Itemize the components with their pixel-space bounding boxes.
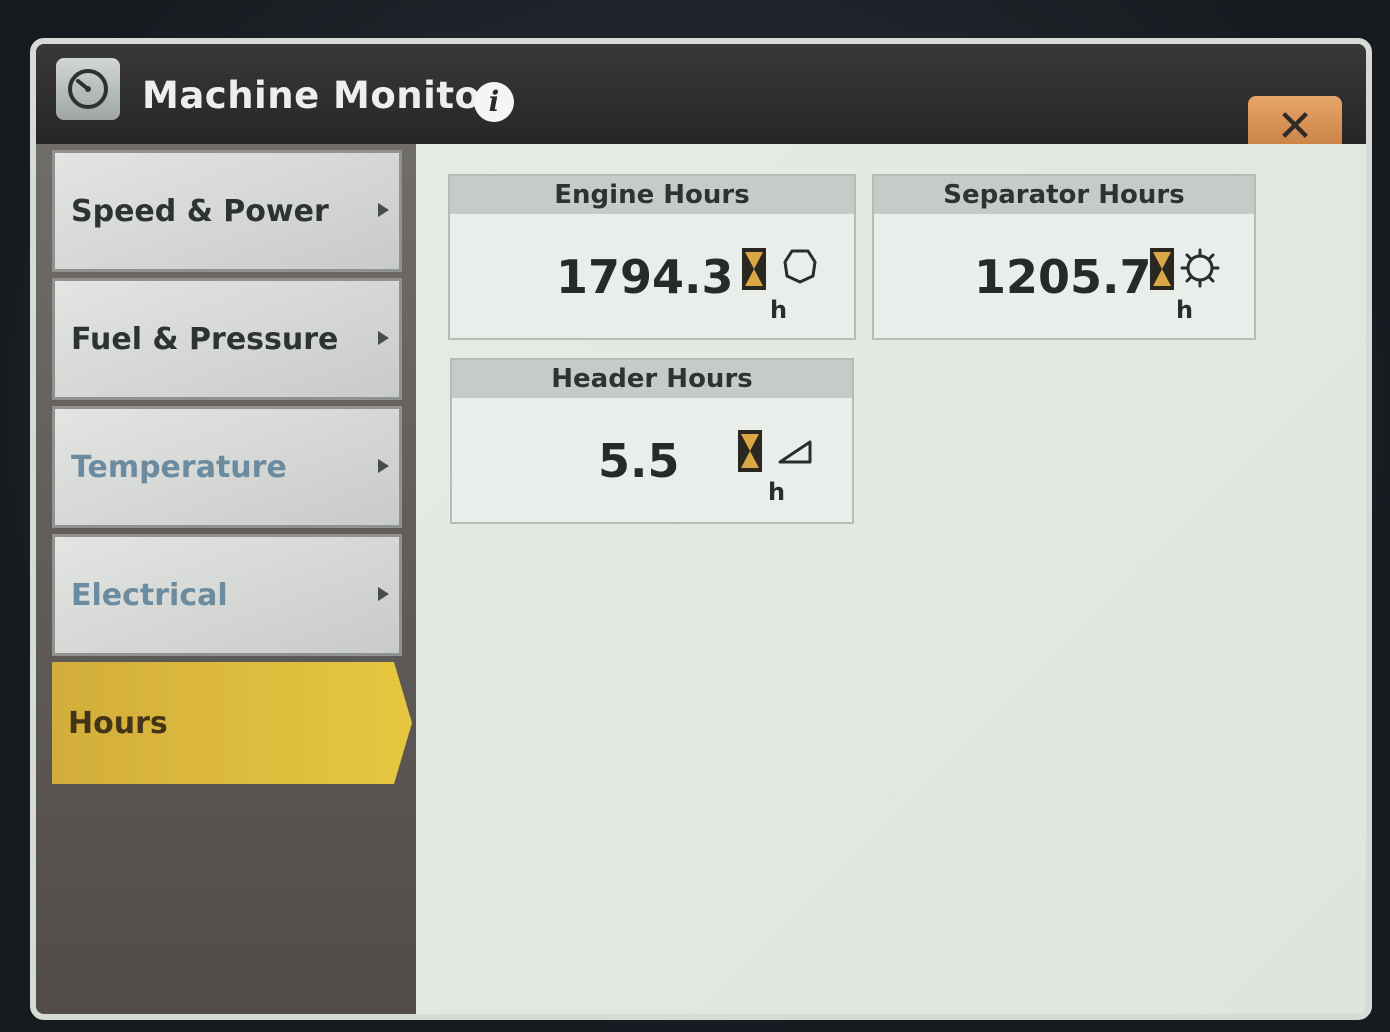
hourglass-icon: [738, 430, 762, 472]
chevron-right-icon: [378, 203, 389, 217]
sidebar-item-temperature[interactable]: Temperature: [52, 406, 402, 528]
engine-icon: [783, 249, 817, 284]
sidebar-item-label: Temperature: [71, 449, 287, 485]
gauge-icon: [56, 58, 120, 120]
hourglass-icon: [742, 248, 766, 290]
header-hours-card: Header Hours 5.5 h: [450, 358, 854, 524]
card-title: Engine Hours: [450, 176, 854, 214]
sidebar-item-label: Fuel & Pressure: [71, 321, 339, 357]
header-icon: [778, 440, 812, 464]
card-title: Separator Hours: [874, 176, 1254, 214]
page-title: Machine Monitor: [142, 74, 500, 117]
info-icon[interactable]: i: [474, 82, 514, 122]
separator-rotor-icon: [1180, 248, 1220, 288]
sidebar: Speed & Power Fuel & Pressure Temperatur…: [36, 144, 416, 1014]
engine-hours-value: 1794.3: [556, 250, 734, 304]
engine-hours-card: Engine Hours 1794.3 h: [448, 174, 856, 340]
sidebar-item-speed-power[interactable]: Speed & Power: [52, 150, 402, 272]
sidebar-item-label: Hours: [68, 705, 168, 741]
screen: Machine Monitor i ✕ Speed & Power Fuel &…: [30, 38, 1372, 1020]
sidebar-item-hours[interactable]: Hours: [52, 662, 412, 784]
sidebar-item-fuel-pressure[interactable]: Fuel & Pressure: [52, 278, 402, 400]
unit-label: h: [1176, 296, 1194, 324]
chevron-right-icon: [378, 331, 389, 345]
sidebar-item-electrical[interactable]: Electrical: [52, 534, 402, 656]
unit-label: h: [768, 478, 786, 506]
title-bar: Machine Monitor i ✕: [36, 44, 1366, 158]
chevron-right-icon: [378, 587, 389, 601]
sidebar-item-label: Electrical: [71, 577, 228, 613]
hours-panel: Engine Hours 1794.3 h Separator Hours 12…: [416, 144, 1366, 1014]
unit-label: h: [770, 296, 788, 324]
card-title: Header Hours: [452, 360, 852, 398]
separator-hours-card: Separator Hours 1205.7 h: [872, 174, 1256, 340]
chevron-right-icon: [378, 459, 389, 473]
hourglass-icon: [1150, 248, 1174, 290]
sidebar-item-label: Speed & Power: [71, 193, 329, 229]
separator-hours-value: 1205.7: [974, 250, 1152, 304]
header-hours-value: 5.5: [598, 434, 680, 488]
